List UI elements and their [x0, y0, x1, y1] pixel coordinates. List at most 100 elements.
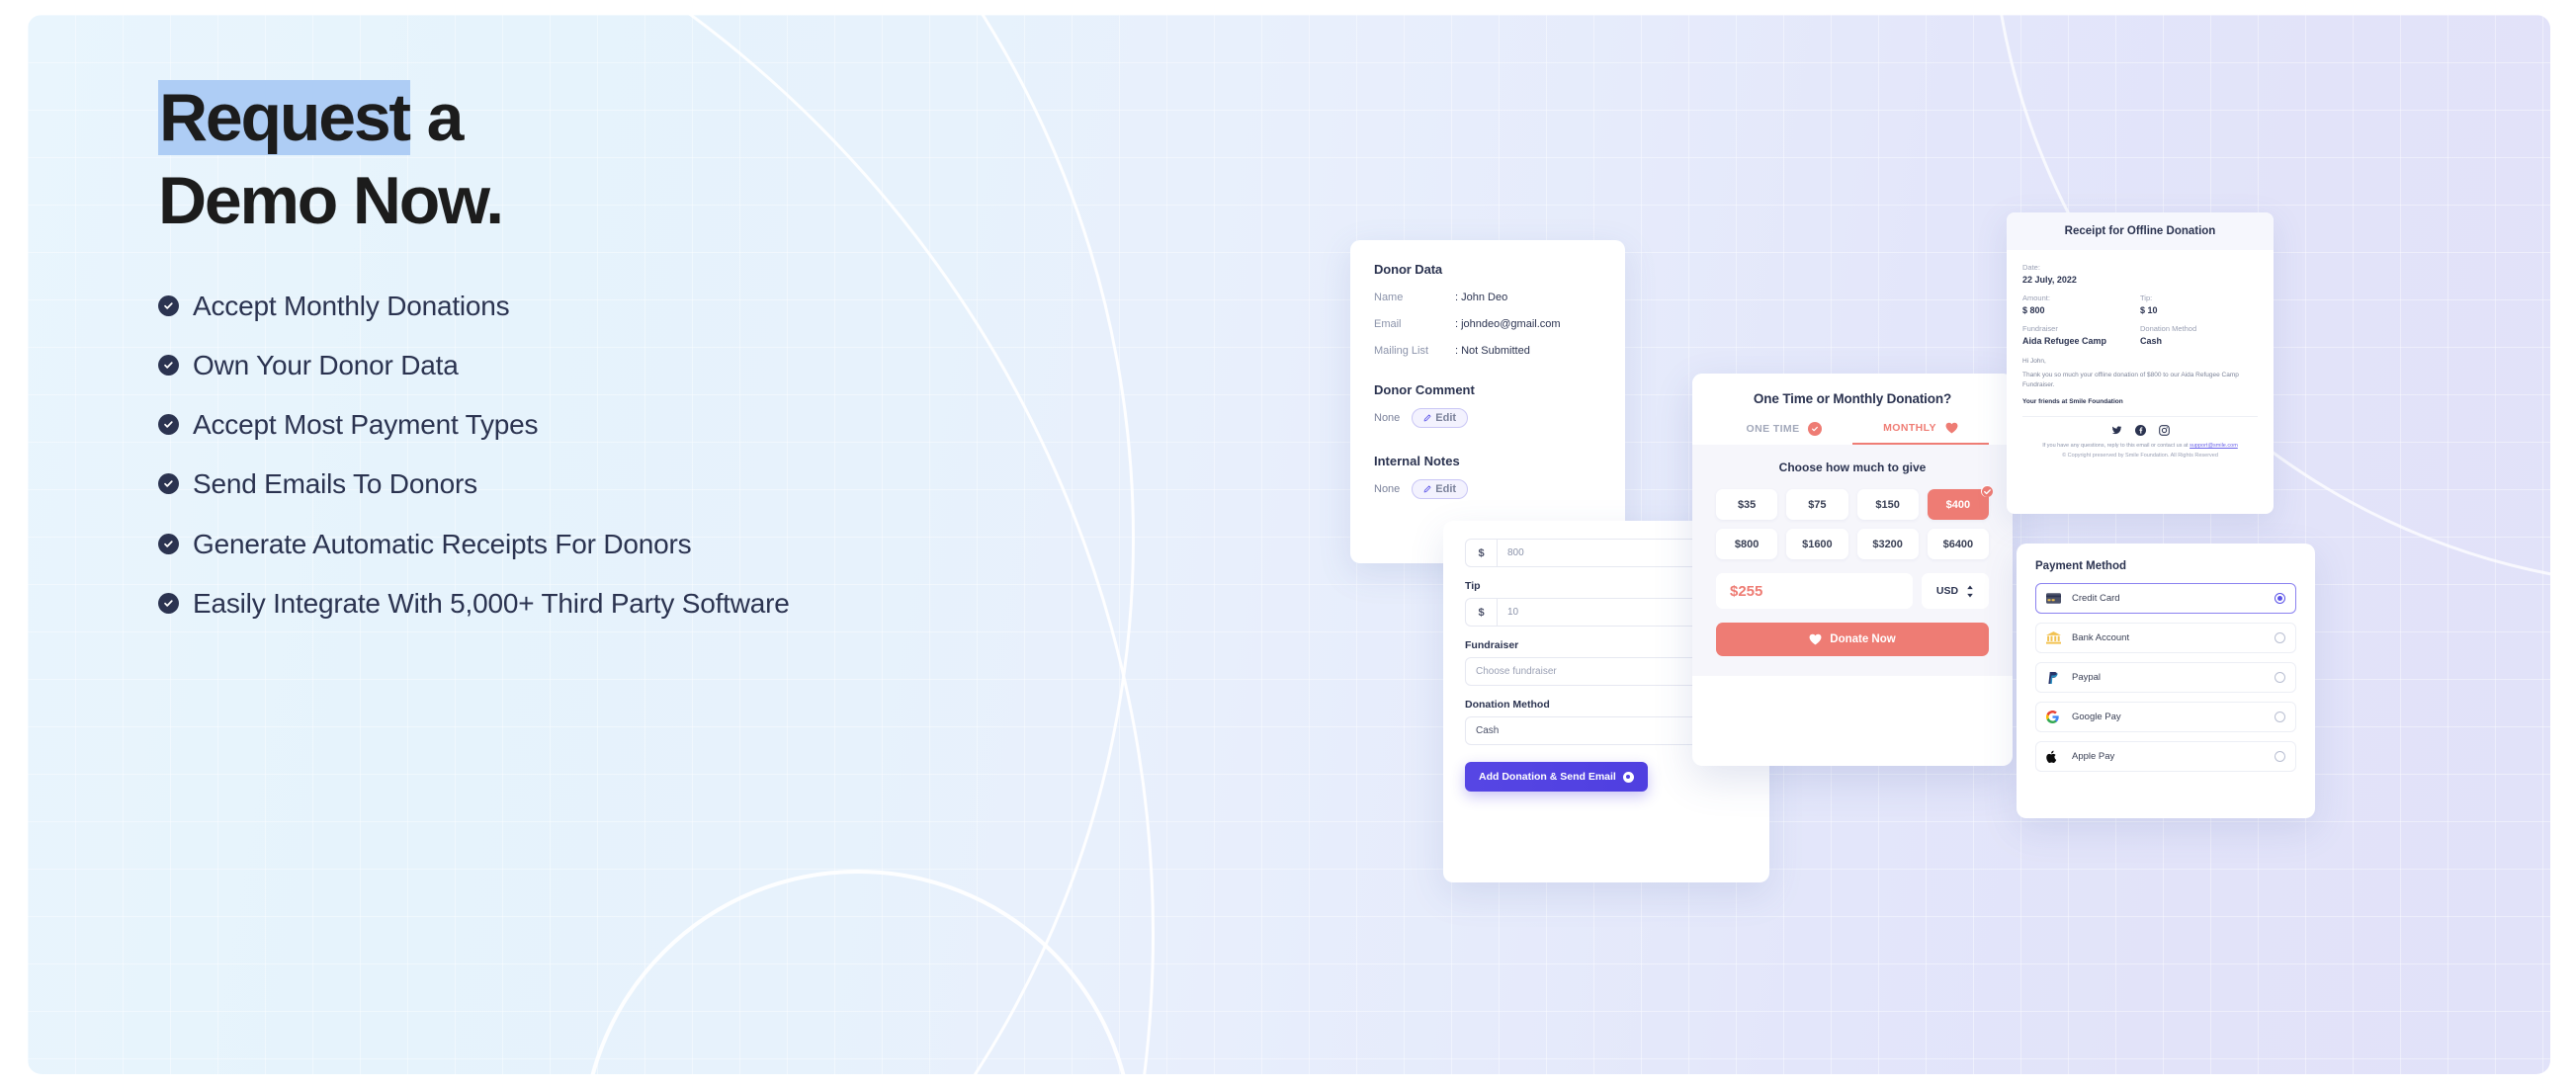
amount-option[interactable]: $1600	[1786, 529, 1848, 559]
receipt-tip-col: Tip: $ 10	[2140, 293, 2258, 315]
check-circle-icon	[158, 592, 179, 614]
hero-copy: Request a Demo Now. Accept Monthly Donat…	[158, 80, 870, 621]
receipt-message: Hi John, Thank you so much your offline …	[2007, 346, 2274, 407]
amount-option[interactable]: $35	[1716, 489, 1778, 520]
amount-option[interactable]: $3200	[1856, 529, 1919, 559]
donate-now-button[interactable]: Donate Now	[1716, 623, 1989, 656]
payment-option-label: Credit Card	[2072, 593, 2120, 604]
receipt-social-links	[2007, 417, 2274, 437]
receipt-fundraiser-col: Fundraiser Aida Refugee Camp	[2022, 324, 2140, 346]
tab-one-time[interactable]: ONE TIME	[1716, 422, 1852, 445]
custom-amount-input[interactable]: $255	[1716, 573, 1913, 609]
payment-method-card: Payment Method Credit Card Bank Account …	[2017, 544, 2315, 818]
donation-method-value: Cash	[1476, 725, 1500, 736]
internal-notes-value: None	[1374, 483, 1401, 495]
edit-donor-comment-button[interactable]: Edit	[1412, 408, 1469, 428]
receipt-card: Receipt for Offline Donation Date: 22 Ju…	[2007, 212, 2274, 514]
receipt-date-value: 22 July, 2022	[2022, 275, 2077, 285]
feature-label: Accept Most Payment Types	[193, 409, 539, 441]
add-donation-send-email-button[interactable]: Add Donation & Send Email	[1465, 762, 1648, 792]
amount-preset-grid: $35 $75 $150 $400 $800 $1600 $3200 $6400	[1716, 485, 1993, 559]
payment-option-apple-pay[interactable]: Apple Pay	[2035, 741, 2296, 772]
stepper-arrows-icon	[1967, 584, 1973, 598]
check-circle-icon	[1808, 422, 1823, 436]
amount-option[interactable]: $75	[1786, 489, 1848, 520]
donor-data-card: Donor Data Name : John Deo Email : johnd…	[1350, 240, 1625, 563]
receipt-footer: If you have any questions, reply to this…	[2007, 436, 2274, 459]
donor-key: Mailing List	[1374, 345, 1429, 357]
receipt-footer-text: If you have any questions, reply to this…	[2042, 443, 2189, 450]
donor-comment-value: None	[1374, 412, 1401, 424]
receipt-body: Thank you so much your offline donation …	[2022, 372, 2239, 389]
apple-pay-icon	[2046, 750, 2064, 764]
list-item: Generate Automatic Receipts For Donors	[158, 528, 870, 561]
receipt-method-value: Cash	[2140, 336, 2163, 346]
tab-monthly-label: MONTHLY	[1883, 422, 1936, 434]
amount-option[interactable]: $800	[1716, 529, 1778, 559]
instagram-icon[interactable]	[2158, 425, 2170, 437]
donor-row-name: Name : John Deo	[1374, 292, 1601, 303]
internal-notes-title: Internal Notes	[1374, 454, 1460, 468]
radio-icon[interactable]	[2275, 672, 2285, 683]
headline-selected-text: Request	[158, 80, 411, 155]
twitter-icon[interactable]	[2111, 425, 2122, 436]
feature-list: Accept Monthly Donations Own Your Donor …	[158, 290, 870, 621]
donor-key: Email	[1374, 318, 1402, 330]
donor-data-title: Donor Data	[1374, 262, 1443, 277]
receipt-amount-col: Amount: $ 800	[2022, 293, 2140, 315]
arrow-circle-icon	[1622, 771, 1634, 783]
payment-option-google-pay[interactable]: Google Pay	[2035, 702, 2296, 732]
tab-monthly[interactable]: MONTHLY	[1852, 422, 1989, 445]
feature-label: Generate Automatic Receipts For Donors	[193, 528, 692, 559]
internal-notes-row: None Edit	[1374, 479, 1601, 499]
check-circle-icon	[158, 473, 179, 495]
amount-option[interactable]: $150	[1856, 489, 1919, 520]
check-circle-icon	[158, 414, 179, 436]
receipt-fundraiser-value: Aida Refugee Camp	[2022, 336, 2107, 346]
radio-selected-icon[interactable]	[2275, 593, 2285, 604]
amount-option-selected[interactable]: $400	[1927, 485, 1993, 520]
currency-stepper[interactable]: USD	[1922, 573, 1989, 609]
donor-comment-title: Donor Comment	[1374, 382, 1475, 397]
payment-option-bank-account[interactable]: Bank Account	[2035, 623, 2296, 653]
radio-icon[interactable]	[2275, 751, 2285, 762]
bank-icon	[2046, 631, 2064, 644]
payment-option-paypal[interactable]: Paypal	[2035, 662, 2296, 693]
list-item: Accept Monthly Donations	[158, 290, 870, 323]
currency-label: USD	[1935, 585, 1959, 597]
edit-label: Edit	[1435, 483, 1457, 495]
selected-check-icon	[1981, 485, 1993, 497]
list-item: Own Your Donor Data	[158, 349, 870, 382]
receipt-signoff: Your friends at Smile Foundation	[2022, 398, 2123, 406]
donation-amount-subtitle: Choose how much to give	[1778, 461, 1927, 474]
donation-amount-body: Choose how much to give $35 $75 $150 $40…	[1692, 445, 2013, 676]
custom-amount-row: $255 USD	[1716, 573, 1989, 609]
facebook-icon[interactable]	[2134, 425, 2146, 437]
tab-one-time-label: ONE TIME	[1746, 423, 1800, 435]
receipt-fundraiser-label: Fundraiser	[2022, 324, 2058, 333]
receipt-tip-value: $ 10	[2140, 305, 2158, 315]
receipt-title: Receipt for Offline Donation	[2007, 212, 2274, 250]
payment-option-credit-card[interactable]: Credit Card	[2035, 583, 2296, 614]
support-email-link[interactable]: support@smile.com	[2190, 443, 2238, 449]
credit-card-icon	[2046, 593, 2064, 604]
amount-option[interactable]: $6400	[1927, 529, 1989, 559]
check-circle-icon	[158, 295, 179, 316]
donate-now-label: Donate Now	[1830, 633, 1896, 645]
radio-icon[interactable]	[2275, 632, 2285, 643]
radio-icon[interactable]	[2275, 712, 2285, 722]
donor-value: : Not Submitted	[1455, 345, 1530, 357]
list-item: Accept Most Payment Types	[158, 408, 870, 442]
list-item: Send Emails To Donors	[158, 467, 870, 501]
paypal-icon	[2046, 671, 2064, 685]
donation-amount-header: One Time or Monthly Donation? ONE TIME M…	[1692, 374, 2013, 445]
headline-rest: a	[409, 80, 465, 155]
receipt-tip-label: Tip:	[2140, 293, 2153, 302]
feature-label: Accept Monthly Donations	[193, 291, 510, 321]
amount-option-label: $400	[1945, 498, 1971, 511]
list-item: Easily Integrate With 5,000+ Third Party…	[158, 587, 870, 621]
edit-internal-notes-button[interactable]: Edit	[1412, 479, 1469, 499]
payment-option-label: Apple Pay	[2072, 751, 2115, 762]
donor-key: Name	[1374, 292, 1404, 303]
donor-value: : John Deo	[1455, 292, 1508, 303]
